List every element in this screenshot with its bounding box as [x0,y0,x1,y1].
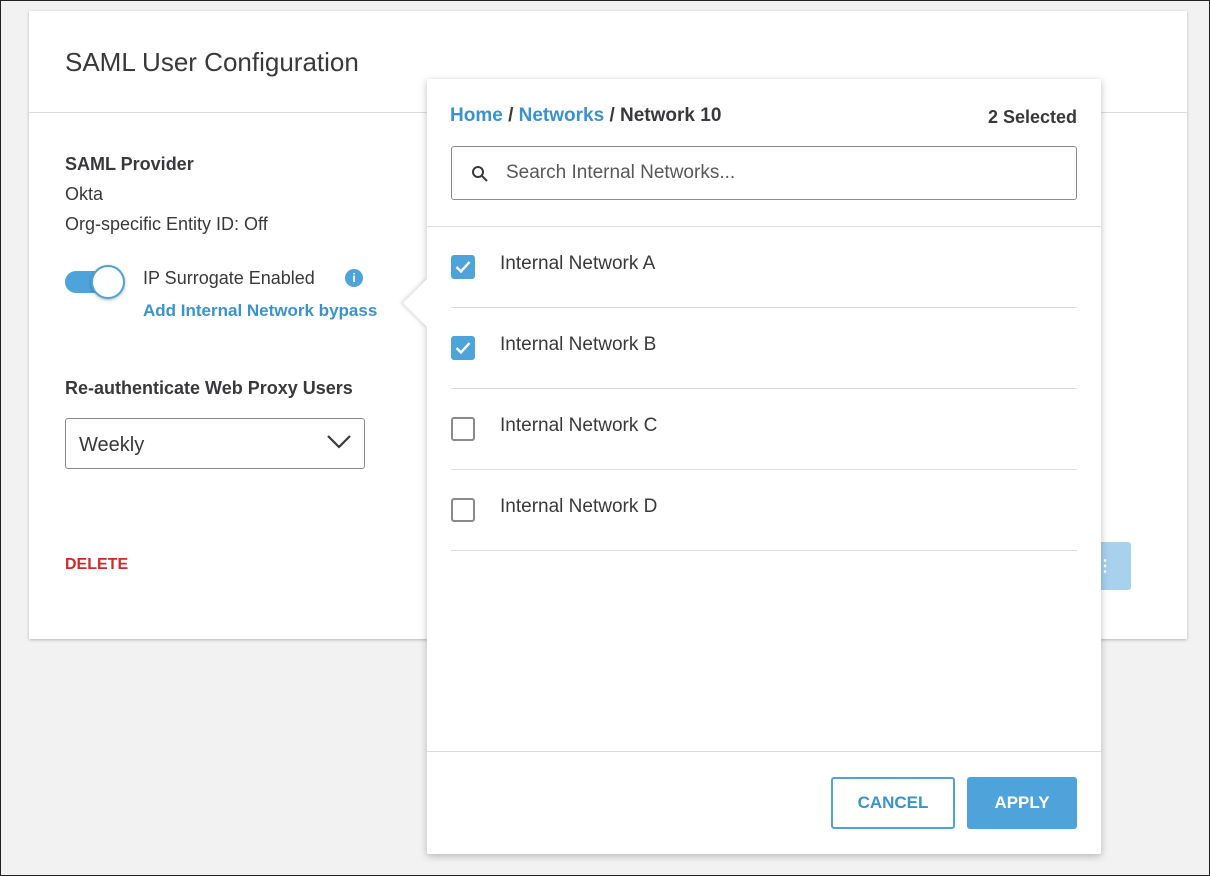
select-value: Weekly [79,434,145,456]
chevron-down-icon [327,435,351,449]
list-item[interactable]: Internal Network A [451,227,1077,308]
reauth-label: Re-authenticate Web Proxy Users [65,378,353,398]
breadcrumb-separator: / [609,105,615,126]
toggle-knob [91,265,125,299]
saml-provider-label: SAML Provider [65,154,194,174]
cancel-button[interactable]: CANCEL [831,777,955,829]
ip-surrogate-toggle[interactable] [65,265,125,299]
network-list: Internal Network A Internal Network B In… [451,227,1077,551]
checkmark-icon [455,342,471,355]
list-item[interactable]: Internal Network C [451,389,1077,470]
reauth-frequency-select[interactable]: Weekly [65,418,365,469]
checkbox-unchecked[interactable] [451,417,475,441]
network-picker-popover: Home / Networks / Network 10 2 Selected … [402,79,1101,854]
apply-button[interactable]: APPLY [967,777,1077,829]
breadcrumb-home[interactable]: Home [450,105,503,126]
breadcrumb-separator: / [508,105,514,126]
breadcrumb: Home / Networks / Network 10 [450,105,721,127]
search-icon [472,166,488,182]
checkmark-icon [455,261,471,274]
selected-count: 2 Selected [987,107,1077,127]
list-item-label: Internal Network B [500,334,657,355]
ip-surrogate-label: IP Surrogate Enabled [143,268,315,288]
page-title: SAML User Configuration [65,47,359,77]
list-item-label: Internal Network C [500,415,658,436]
breadcrumb-current: Network 10 [620,105,722,126]
search-input[interactable] [506,157,1056,189]
checkbox-checked[interactable] [451,336,475,360]
delete-button[interactable]: DELETE [65,556,128,574]
checkbox-checked[interactable] [451,255,475,279]
checkbox-unchecked[interactable] [451,498,475,522]
info-icon[interactable]: i [345,269,363,287]
add-internal-network-bypass-link[interactable]: Add Internal Network bypass [143,301,377,321]
entity-id-status: Org-specific Entity ID: Off [65,214,268,234]
list-item-label: Internal Network D [500,496,658,517]
list-item[interactable]: Internal Network D [451,470,1077,551]
saml-provider-value: Okta [65,184,104,204]
list-item[interactable]: Internal Network B [451,308,1077,389]
search-box [451,146,1077,200]
list-item-label: Internal Network A [500,253,656,274]
breadcrumb-networks[interactable]: Networks [519,105,605,126]
